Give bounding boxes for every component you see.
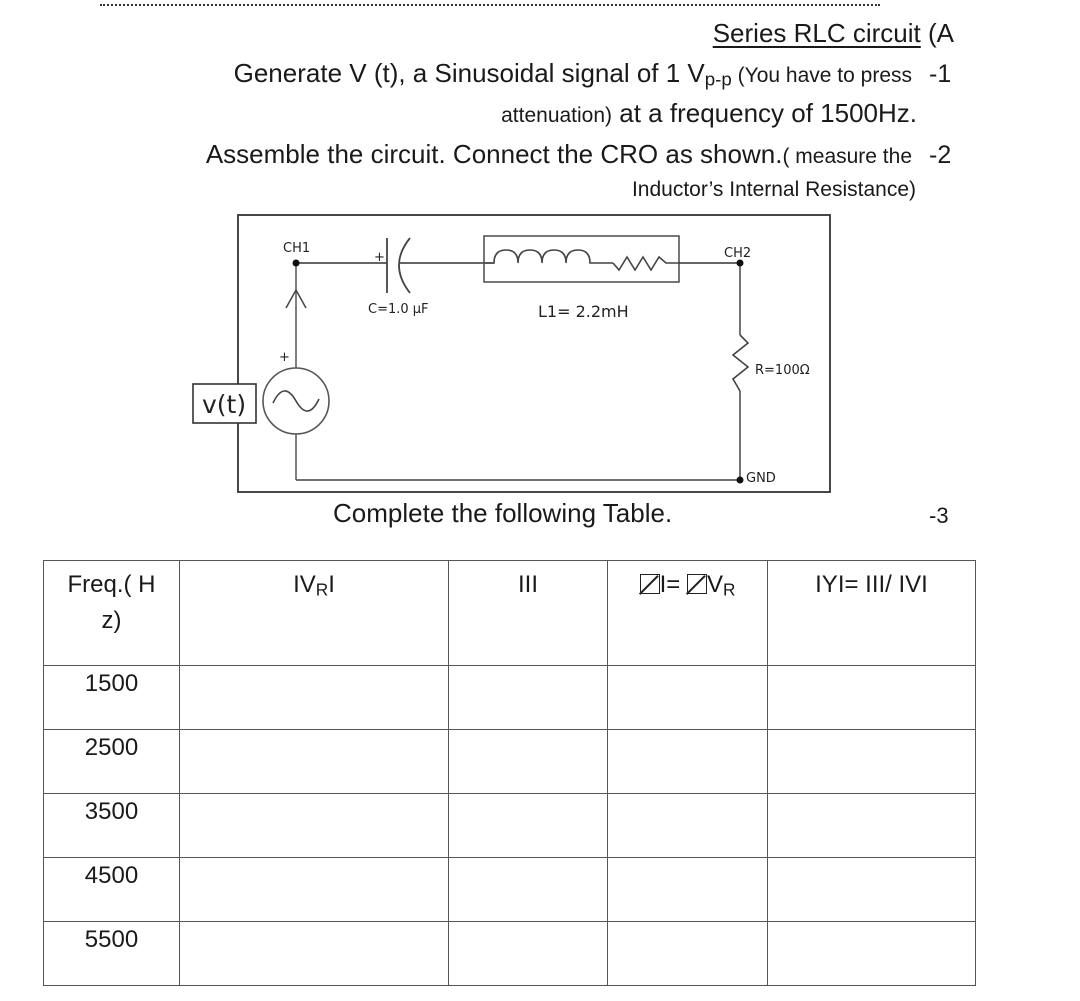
cell-vr[interactable] (179, 665, 449, 730)
header-frequency-line-2: z) (101, 607, 122, 634)
source-label: v(t) (202, 390, 246, 419)
cell-current[interactable] (448, 921, 608, 986)
cell-frequency: 2500 (43, 729, 180, 794)
cell-admittance[interactable] (767, 793, 976, 858)
header-phase-v: V (706, 571, 723, 598)
cell-admittance[interactable] (767, 857, 976, 922)
cell-frequency: 3500 (43, 793, 180, 858)
header-frequency-line-1: Freq.( H (67, 571, 156, 598)
table-row: 4500 (43, 857, 976, 922)
ch1-label: CH1 (283, 241, 310, 256)
header-frequency: Freq.( H z) (43, 560, 180, 666)
cell-frequency: 1500 (43, 665, 180, 730)
resistor-icon (731, 334, 750, 392)
cell-admittance[interactable] (767, 729, 976, 794)
step-3-text: Complete the following Table. (333, 498, 673, 528)
step-3-number: -3 (929, 503, 949, 528)
cell-current[interactable] (448, 857, 608, 922)
capacitor-plate-curved (398, 237, 411, 294)
cell-frequency: 5500 (43, 921, 180, 986)
inductor-label: L1= 2.2mH (538, 302, 629, 321)
header-admittance: IYI= III/ IVI (767, 560, 976, 666)
header-current-magnitude: III (448, 560, 608, 666)
table-row: 2500 (43, 729, 976, 794)
cell-vr[interactable] (179, 729, 449, 794)
source-plus-label: + (279, 350, 290, 365)
cell-vr[interactable] (179, 921, 449, 986)
resistor-label: R=100Ω (755, 363, 810, 378)
sine-wave-icon (272, 390, 320, 412)
header-phase-angle: I= VR (607, 560, 768, 666)
cell-vr[interactable] (179, 793, 449, 858)
angle-icon (686, 574, 707, 594)
capacitor-label: C=1.0 µF (368, 302, 429, 317)
gnd-label: GND (746, 471, 776, 486)
table-row: 5500 (43, 921, 976, 986)
cell-phase[interactable] (607, 665, 768, 730)
cell-phase[interactable] (607, 921, 768, 986)
cell-phase[interactable] (607, 793, 768, 858)
header-phase-equals: I= (659, 571, 687, 598)
header-vr-subscript: R (315, 579, 329, 600)
header-phase-subscript: R (722, 579, 736, 600)
header-vr-prefix: IV (293, 571, 316, 598)
ch2-label: CH2 (724, 246, 751, 261)
cell-admittance[interactable] (767, 921, 976, 986)
table-row: 3500 (43, 793, 976, 858)
cell-frequency: 4500 (43, 857, 180, 922)
cell-phase[interactable] (607, 729, 768, 794)
inductor-resistance-icon (612, 255, 679, 272)
ch1-node (292, 259, 300, 267)
cell-admittance[interactable] (767, 665, 976, 730)
cell-current[interactable] (448, 793, 608, 858)
inductor-box (483, 235, 680, 283)
table-row: 1500 (43, 665, 976, 730)
angle-icon (639, 574, 660, 594)
table-header-row: Freq.( H z) IVRI III I= VR IYI= III/ IVI (43, 560, 976, 666)
header-vr-suffix: I (328, 571, 335, 598)
cell-phase[interactable] (607, 857, 768, 922)
cell-current[interactable] (448, 665, 608, 730)
header-vr-magnitude: IVRI (179, 560, 449, 666)
cell-current[interactable] (448, 729, 608, 794)
cell-vr[interactable] (179, 857, 449, 922)
gnd-node (736, 476, 744, 484)
measurement-table: Freq.( H z) IVRI III I= VR IYI= III/ IVI… (43, 560, 976, 986)
capacitor-plus-label: + (374, 250, 385, 265)
inductor-coil-icon (484, 249, 613, 264)
